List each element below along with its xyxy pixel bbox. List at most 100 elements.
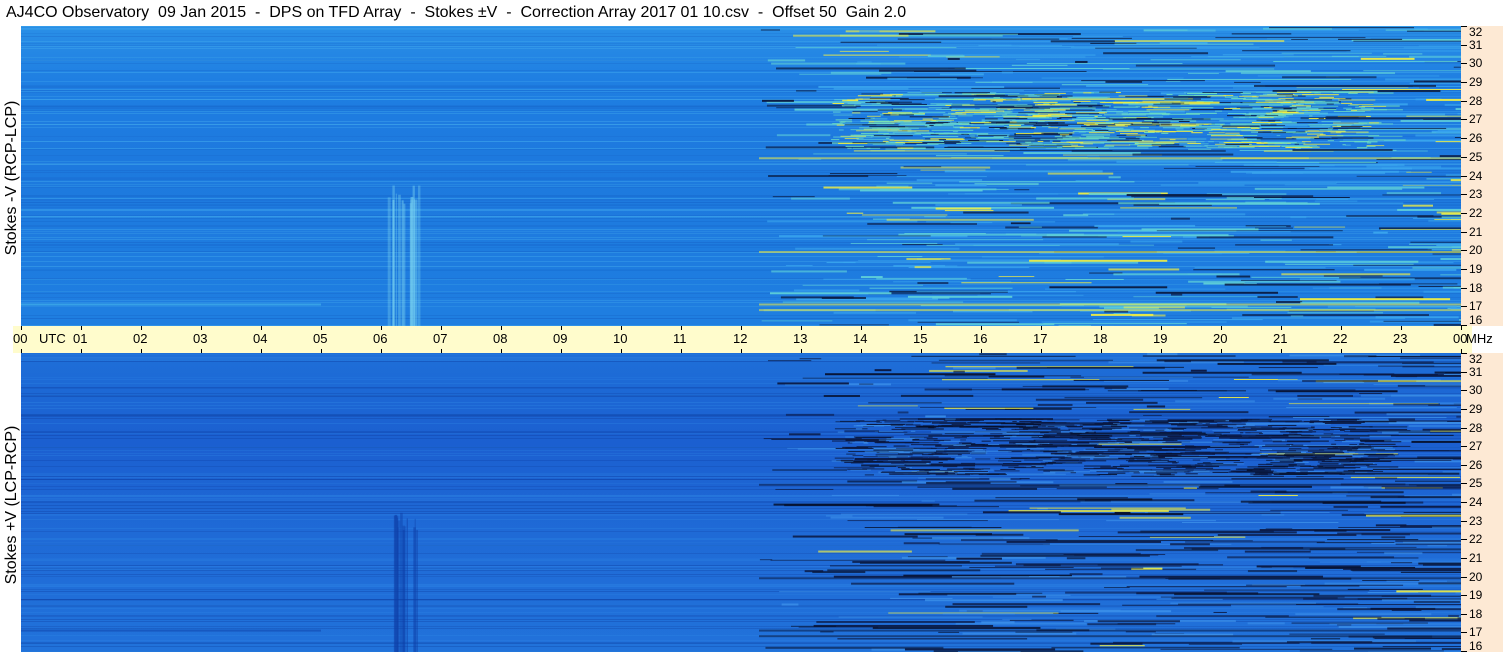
freq-tick-label: 32	[1469, 352, 1483, 366]
time-tick	[1161, 326, 1162, 330]
freq-tick	[1461, 138, 1467, 139]
freq-tick-label: 19	[1469, 588, 1483, 602]
lower-frequency-axis: 16 17 18 19 20 21 22 23 24 25 26 27 28 29 30 31 32	[1461, 353, 1503, 652]
freq-tick-label: 18	[1469, 607, 1483, 621]
freq-tick	[1461, 409, 1467, 410]
lower-spectrogram	[21, 353, 1461, 652]
freq-tick	[1461, 269, 1467, 270]
freq-tick-label: 17	[1469, 625, 1483, 639]
freq-tick-label: 24	[1469, 169, 1483, 183]
mhz-label: MHz	[1466, 331, 1493, 346]
time-tick	[561, 349, 562, 353]
freq-tick	[1461, 577, 1467, 578]
freq-tick-label: 22	[1469, 206, 1483, 220]
time-tick	[1401, 326, 1402, 330]
time-tick-label: 18	[1093, 331, 1108, 346]
freq-tick	[1461, 176, 1467, 177]
time-tick	[681, 326, 682, 330]
freq-tick	[1461, 232, 1467, 233]
time-tick-label: 15	[913, 331, 928, 346]
time-tick	[1401, 349, 1402, 353]
freq-tick	[1461, 446, 1467, 447]
freq-tick	[1461, 26, 1467, 27]
time-tick	[1281, 349, 1282, 353]
freq-tick	[1461, 353, 1467, 354]
time-tick-label: 17	[1033, 331, 1048, 346]
utc-label: UTC	[39, 331, 66, 346]
time-tick	[741, 349, 742, 353]
chart-title: AJ4CO Observatory 09 Jan 2015 - DPS on T…	[6, 4, 907, 21]
time-tick	[1461, 326, 1462, 330]
freq-tick	[1461, 595, 1467, 596]
freq-tick	[1461, 428, 1467, 429]
time-tick-label: 04	[253, 331, 268, 346]
time-tick-label: 06	[373, 331, 388, 346]
freq-tick	[1461, 82, 1467, 83]
time-tick	[1101, 326, 1102, 330]
freq-tick-label: 29	[1469, 75, 1483, 89]
time-tick	[261, 349, 262, 353]
freq-tick-label: 26	[1469, 458, 1483, 472]
freq-tick-label: 18	[1469, 281, 1483, 295]
time-tick	[441, 349, 442, 353]
freq-tick	[1461, 101, 1467, 102]
time-tick-label: 07	[433, 331, 448, 346]
time-tick	[141, 326, 142, 330]
time-tick	[621, 349, 622, 353]
time-tick-label: 22	[1333, 331, 1348, 346]
freq-tick-label: 32	[1469, 25, 1483, 39]
freq-tick-label: 31	[1469, 38, 1483, 52]
time-tick-label: 23	[1393, 331, 1408, 346]
freq-tick-label: 25	[1469, 476, 1483, 490]
freq-tick-label: 30	[1469, 383, 1483, 397]
time-tick	[321, 326, 322, 330]
freq-tick	[1461, 465, 1467, 466]
time-tick-label: 09	[553, 331, 568, 346]
time-tick-label: 08	[493, 331, 508, 346]
time-tick-label: 20	[1213, 331, 1228, 346]
time-tick	[981, 326, 982, 330]
lower-y-axis-label: Stokes +V (LCP-RCP)	[3, 425, 20, 585]
time-tick	[981, 349, 982, 353]
time-tick	[381, 349, 382, 353]
time-tick	[1041, 326, 1042, 330]
freq-tick	[1461, 45, 1467, 46]
freq-tick-label: 28	[1469, 421, 1483, 435]
freq-tick-label: 21	[1469, 225, 1483, 239]
freq-tick-label: 30	[1469, 56, 1483, 70]
time-tick-label: 10	[613, 331, 628, 346]
freq-tick-label: 16	[1469, 313, 1483, 327]
upper-frequency-axis: 16 17 18 19 20 21 22 23 24 25 26 27 28 29 30 31 32	[1461, 26, 1503, 326]
time-tick	[861, 349, 862, 353]
freq-tick-label: 16	[1469, 639, 1483, 653]
time-tick	[681, 349, 682, 353]
time-tick	[1041, 349, 1042, 353]
time-tick	[381, 326, 382, 330]
time-tick	[1341, 326, 1342, 330]
time-tick	[801, 326, 802, 330]
time-tick	[1221, 326, 1222, 330]
time-tick	[501, 326, 502, 330]
freq-tick	[1461, 119, 1467, 120]
freq-tick-label: 20	[1469, 243, 1483, 257]
freq-tick	[1461, 614, 1467, 615]
time-tick	[1341, 349, 1342, 353]
freq-tick	[1461, 372, 1467, 373]
time-tick	[861, 326, 862, 330]
time-tick	[921, 326, 922, 330]
freq-tick-label: 20	[1469, 570, 1483, 584]
upper-spectrogram-plot	[21, 26, 1461, 326]
freq-tick-label: 19	[1469, 262, 1483, 276]
time-tick	[201, 349, 202, 353]
freq-tick	[1461, 558, 1467, 559]
time-tick	[81, 326, 82, 330]
time-tick	[741, 326, 742, 330]
upper-y-axis-label: Stokes -V (RCP-LCP)	[3, 100, 20, 256]
freq-tick-label: 28	[1469, 94, 1483, 108]
time-tick-label: 14	[853, 331, 868, 346]
time-tick	[561, 326, 562, 330]
freq-tick-label: 17	[1469, 299, 1483, 313]
time-tick-label: 03	[193, 331, 208, 346]
freq-tick	[1461, 288, 1467, 289]
time-tick-label: 02	[133, 331, 148, 346]
